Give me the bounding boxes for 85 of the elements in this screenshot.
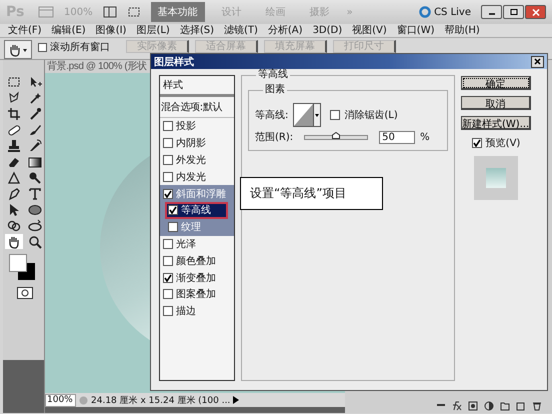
checkbox[interactable] <box>163 238 173 249</box>
caret-icon <box>315 114 320 116</box>
play-icon <box>233 396 240 404</box>
checkbox[interactable] <box>168 222 178 232</box>
callout-box: 设置“等高线”项目 <box>240 177 383 210</box>
menu-item[interactable]: 分析(A) <box>262 24 308 37</box>
menu-item[interactable]: 选择(S) <box>174 24 219 37</box>
info-icon <box>79 396 88 404</box>
list-item[interactable]: 描边 <box>160 302 234 320</box>
menu-item[interactable]: 3D(D) <box>308 24 348 37</box>
cs-live-menu[interactable]: CS Live <box>434 6 471 18</box>
screen-mode-icon <box>126 6 141 18</box>
menu-item[interactable]: 帮助(H) <box>440 24 485 37</box>
hand-icon[interactable] <box>5 234 23 249</box>
checkbox[interactable] <box>472 138 482 148</box>
list-item[interactable]: 外发光 <box>160 152 234 168</box>
slider-thumb[interactable] <box>332 130 340 138</box>
menu-item[interactable]: 图像(I) <box>90 24 132 37</box>
new-layer-icon <box>516 400 526 410</box>
list-item[interactable]: 颜色叠加 <box>160 252 234 270</box>
dialog-button[interactable]: 新建样式(W)... <box>461 116 531 130</box>
document-info: 24.18 厘米 x 15.24 厘米 (100 ... <box>91 394 230 406</box>
letter-t-icon[interactable] <box>26 186 44 201</box>
range-label: 范围(R): <box>255 130 294 144</box>
list-item[interactable]: 内发光 <box>160 168 234 186</box>
checkbox-label[interactable]: 消除锯齿(L) <box>344 108 398 122</box>
list-item[interactable]: 图案叠加 <box>160 286 234 303</box>
ellipse-icon[interactable] <box>26 202 44 217</box>
checkbox[interactable] <box>163 289 173 300</box>
range-slider[interactable] <box>304 134 368 140</box>
ring-icon <box>419 6 432 18</box>
scroll-all-windows-checkbox[interactable]: 滚动所有窗口 <box>38 40 110 54</box>
contour-picker[interactable] <box>293 103 322 127</box>
half-circle-icon <box>484 400 494 410</box>
checkbox[interactable] <box>163 154 173 165</box>
checkbox[interactable] <box>330 110 340 120</box>
mask-icon <box>468 400 478 410</box>
checkbox[interactable] <box>163 138 173 148</box>
hand-tool-preset-icon[interactable] <box>4 40 32 59</box>
stamp-icon[interactable] <box>5 138 23 153</box>
menu-item[interactable]: 滤镜(T) <box>218 24 263 37</box>
orbit-icon[interactable] <box>26 218 44 233</box>
menu-item[interactable]: 文件(F) <box>3 24 47 37</box>
dialog-button[interactable]: 取消 <box>461 96 531 110</box>
list-item[interactable]: 投影 <box>160 118 234 135</box>
checkbox[interactable] <box>163 256 173 266</box>
window-icon <box>38 6 54 18</box>
checkbox[interactable] <box>163 188 173 199</box>
zoom-field[interactable]: 100% <box>45 394 76 406</box>
group-title: 图素 <box>263 84 287 96</box>
style-preview <box>474 156 518 200</box>
triangle-icon[interactable] <box>5 170 23 185</box>
close-icon[interactable] <box>531 56 544 68</box>
checkbox[interactable] <box>163 272 173 283</box>
rotate-3d-icon[interactable] <box>5 218 23 233</box>
list-header: 样式 <box>160 76 234 97</box>
checkbox-label[interactable]: 预览(V) <box>486 136 520 150</box>
layout-icon <box>102 6 117 18</box>
checkbox[interactable] <box>168 205 178 216</box>
menu-item[interactable]: 图层(L) <box>131 24 175 37</box>
dialog-title: 图层样式 <box>154 56 194 68</box>
unit-label: % <box>420 132 430 142</box>
checkbox[interactable] <box>163 172 173 182</box>
list-item[interactable]: 渐变叠加 <box>160 269 234 286</box>
section-title: 等高线 <box>256 69 290 81</box>
menu-item[interactable]: 窗口(W) <box>392 24 440 37</box>
list-item[interactable]: 混合选项:默认 <box>160 97 234 118</box>
checkbox[interactable] <box>163 121 173 132</box>
close-icon[interactable] <box>525 5 546 19</box>
minimize-icon[interactable] <box>481 5 502 19</box>
quick-mask-icon[interactable] <box>16 287 32 299</box>
list-item[interactable]: 等高线 <box>165 202 228 219</box>
menu-item[interactable]: 编辑(E) <box>46 24 91 37</box>
list-item[interactable]: 光泽 <box>160 236 234 252</box>
range-input[interactable]: 50 <box>379 130 416 144</box>
contour-label: 等高线: <box>255 108 288 122</box>
list-item[interactable]: 内阴影 <box>160 134 234 152</box>
workspace-tab[interactable]: 基本功能 <box>150 2 205 22</box>
folder-icon <box>500 400 510 410</box>
trash-icon <box>532 400 542 410</box>
checkbox[interactable] <box>163 306 173 316</box>
menu-item[interactable]: 视图(V) <box>347 24 392 37</box>
crop-icon[interactable] <box>5 106 23 121</box>
maximize-icon[interactable] <box>503 5 524 19</box>
fx-icon <box>452 400 462 410</box>
